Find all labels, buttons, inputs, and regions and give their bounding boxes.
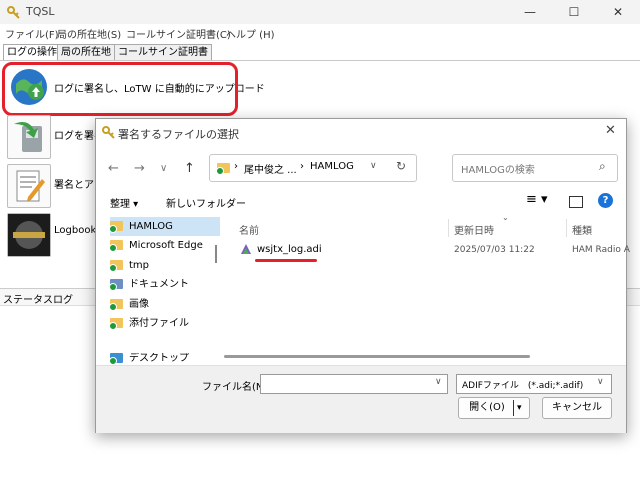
nav-item-desktop[interactable]: デスクトップ <box>110 353 220 365</box>
open-dropdown-icon[interactable]: ▾ <box>517 398 522 418</box>
nav-item-pictures[interactable]: 画像 <box>109 295 220 314</box>
refresh-icon[interactable]: ↻ <box>396 159 406 173</box>
chevron-down-icon[interactable]: ∨ <box>160 163 167 174</box>
column-header-modified[interactable]: 更新日時 <box>454 222 494 237</box>
breadcrumb-separator: › <box>300 161 304 172</box>
save-log-icon[interactable] <box>7 115 51 159</box>
desktop-folder-icon <box>110 353 123 365</box>
folder-icon <box>109 221 123 233</box>
annotation-highlight-box <box>2 62 238 116</box>
file-select-dialog: 署名するファイルの選択 ✕ ← → ∨ ↑ › 尾中俊之 ... › HAMLO… <box>95 118 630 433</box>
horizontal-scrollbar[interactable] <box>224 355 530 358</box>
close-button[interactable]: ✕ <box>596 0 640 24</box>
preview-pane-icon[interactable] <box>569 196 583 208</box>
nav-item-attachments[interactable]: 添付ファイル <box>109 314 220 333</box>
menu-file[interactable]: ファイル(F) <box>5 26 59 41</box>
filename-input[interactable]: ∨ <box>260 374 448 394</box>
file-type-value: ADIFファイル (*.adi;*.adif) <box>462 381 584 391</box>
file-type-dropdown-icon[interactable]: ∨ <box>597 377 604 387</box>
folder-icon <box>216 163 230 175</box>
folder-icon <box>109 260 123 272</box>
sort-indicator-icon: ⌄ <box>502 213 509 222</box>
file-modified: 2025/07/03 11:22 <box>454 245 535 255</box>
nav-item-label: デスクトップ <box>129 353 189 364</box>
search-box[interactable]: HAMLOGの検索 ⌕ <box>452 154 618 182</box>
address-bar[interactable]: › 尾中俊之 ... › HAMLOG ∨ ↻ <box>209 154 417 182</box>
column-separator <box>448 219 449 237</box>
folder-icon <box>109 318 123 330</box>
nav-item-documents[interactable]: ドキュメント <box>109 275 220 294</box>
search-input[interactable]: HAMLOGの検索 <box>461 161 535 176</box>
tab-callsign-certificates[interactable]: コールサイン証明書 <box>114 44 212 60</box>
nav-item-tmp[interactable]: tmp <box>109 256 220 275</box>
app-title: TQSL <box>26 5 55 18</box>
dialog-title: 署名するファイルの選択 <box>118 128 239 141</box>
breadcrumb-parent[interactable]: 尾中俊之 ... <box>244 161 297 176</box>
dialog-bottom-panel: ファイル名(N): ∨ ADIFファイル (*.adi;*.adif) ∨ 開く… <box>96 365 626 433</box>
forward-arrow-icon[interactable]: → <box>134 161 145 176</box>
adif-file-icon <box>241 244 251 254</box>
menu-callsign-cert[interactable]: コールサイン証明書(C) <box>126 26 231 41</box>
minimize-button[interactable]: — <box>508 0 552 24</box>
breadcrumb-current[interactable]: HAMLOG <box>310 161 354 172</box>
nav-item-label: 添付ファイル <box>129 318 189 329</box>
dialog-close-button[interactable]: ✕ <box>605 123 616 138</box>
folder-icon <box>109 299 123 311</box>
open-button[interactable]: 開く(O) ▾ <box>458 397 530 419</box>
cancel-button[interactable]: キャンセル <box>542 397 612 419</box>
tqsl-key-icon <box>7 6 20 19</box>
status-log-label: ステータスログ <box>3 295 73 306</box>
breadcrumb-separator: › <box>234 161 238 172</box>
help-icon[interactable]: ? <box>598 193 613 208</box>
back-arrow-icon[interactable]: ← <box>108 161 119 176</box>
organize-button[interactable]: 整理 ▾ <box>110 195 138 210</box>
column-header-name[interactable]: 名前 <box>239 222 259 237</box>
folder-icon <box>109 240 123 252</box>
action-logbook-label[interactable]: Logbook <box>54 225 96 236</box>
logbook-icon[interactable] <box>7 213 51 257</box>
file-name[interactable]: wsjtx_log.adi <box>257 244 322 255</box>
menu-station[interactable]: 局の所在地(S) <box>57 26 121 41</box>
up-arrow-icon[interactable]: ↑ <box>184 161 195 176</box>
address-dropdown-icon[interactable]: ∨ <box>370 161 377 171</box>
nav-item-microsoft-edge[interactable]: Microsoft Edge <box>109 236 220 255</box>
maximize-button[interactable]: ☐ <box>552 0 596 24</box>
dialog-key-icon <box>102 126 115 139</box>
nav-item-label: tmp <box>129 260 150 271</box>
new-folder-button[interactable]: 新しいフォルダー <box>166 195 246 210</box>
file-type-select[interactable]: ADIFファイル (*.adi;*.adif) ∨ <box>456 374 612 394</box>
column-header-type[interactable]: 種類 <box>572 222 592 237</box>
nav-item-hamlog[interactable]: HAMLOG <box>109 217 220 236</box>
tab-station-locations[interactable]: 局の所在地 <box>57 44 115 60</box>
nav-item-label: Microsoft Edge <box>129 240 203 251</box>
search-icon[interactable]: ⌕ <box>599 159 606 174</box>
nav-scrollbar[interactable] <box>215 245 217 263</box>
sign-edit-icon[interactable] <box>7 164 51 208</box>
column-separator <box>566 219 567 237</box>
open-button-label: 開く(O) <box>469 402 505 413</box>
menu-help[interactable]: ヘルプ (H) <box>226 26 275 41</box>
cancel-button-label: キャンセル <box>552 402 602 413</box>
open-split-divider <box>513 400 514 416</box>
nav-item-label: HAMLOG <box>129 221 173 232</box>
tab-log-operations[interactable]: ログの操作 <box>3 44 61 60</box>
file-type: HAM Radio A <box>572 245 630 255</box>
dialog-toolbar: 整理 ▾ 新しいフォルダー ≡ ▾ ? <box>96 189 626 217</box>
menu-bar: ファイル(F) 局の所在地(S) コールサイン証明書(C) ヘルプ (H) <box>0 24 640 42</box>
nav-item-label: 画像 <box>129 299 149 310</box>
title-bar: TQSL — ☐ ✕ <box>0 0 640 24</box>
annotation-underline <box>255 259 317 262</box>
document-folder-icon <box>109 279 123 291</box>
view-options-icon[interactable]: ≡ ▾ <box>526 192 548 207</box>
filename-dropdown-icon[interactable]: ∨ <box>435 377 442 387</box>
nav-item-label: ドキュメント <box>129 279 189 290</box>
